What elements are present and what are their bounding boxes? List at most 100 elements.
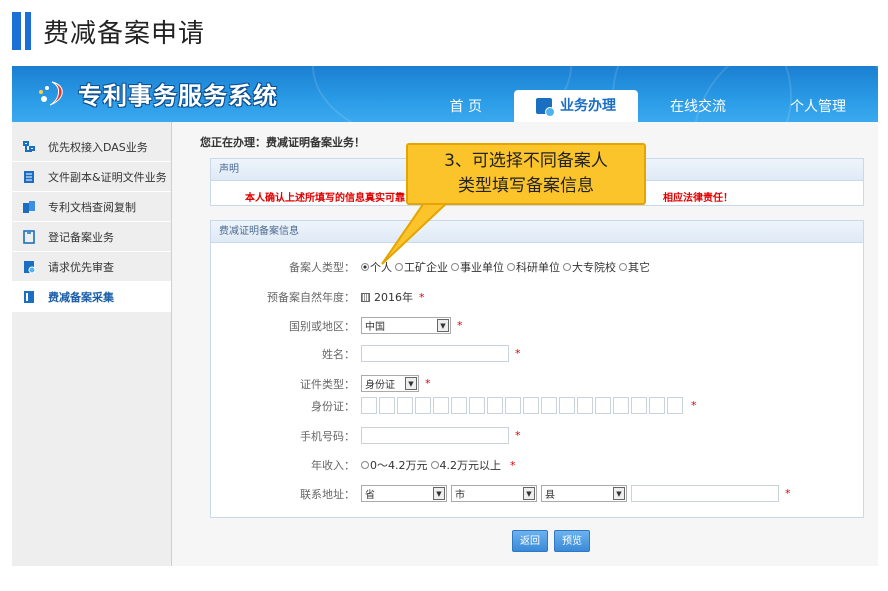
slide-title: 费减备案申请 [12, 10, 205, 52]
branch-icon [23, 140, 35, 152]
income-option-low[interactable]: 0～4.2万元 [361, 457, 428, 473]
declaration-text-end: 相应法律责任！ [663, 193, 733, 204]
callout-line-2: 类型填写备案信息 [458, 176, 594, 196]
id-digit-box[interactable] [505, 397, 521, 414]
id-digit-box[interactable] [433, 397, 449, 414]
name-row: 姓名： * [211, 345, 521, 362]
app-window: 专利事务服务系统 首 页 业务办理 在线交流 个人管理 优先权接入DAS业务 文… [12, 66, 878, 566]
required-mark: * [425, 377, 431, 390]
city-select[interactable]: 市 ▼ [451, 485, 537, 502]
region-select[interactable]: 中国 ▼ [361, 317, 451, 334]
callout-box: 3、可选择不同备案人 类型填写备案信息 [406, 143, 646, 205]
id-number-label: 身份证： [311, 399, 355, 413]
id-digit-box[interactable] [559, 397, 575, 414]
slide-title-text: 费减备案申请 [43, 18, 206, 49]
logo-text: 专利事务服务系统 [78, 82, 278, 110]
chevron-down-icon: ▼ [437, 319, 449, 332]
chevron-down-icon: ▼ [405, 377, 417, 390]
applicant-type-research[interactable]: 科研单位 [507, 259, 560, 275]
income-option-high[interactable]: 4.2万元以上 [430, 457, 501, 473]
top-nav: 首 页 业务办理 在线交流 个人管理 [418, 66, 878, 122]
applicant-type-label: 备案人类型： [289, 261, 355, 274]
required-mark: * [457, 319, 463, 332]
sidebar-item-file-copy[interactable]: 文件副本&证明文件业务 [12, 162, 171, 192]
income-row: 年收入： 0～4.2万元 4.2万元以上 * [211, 457, 516, 473]
required-mark: * [510, 458, 516, 472]
id-digit-box[interactable] [361, 397, 377, 414]
register-icon [23, 229, 35, 244]
applicant-type-other[interactable]: 其它 [619, 259, 650, 275]
logo[interactable]: 专利事务服务系统 [36, 76, 278, 111]
form-heading: 费减证明备案信息 [211, 221, 863, 243]
province-select[interactable]: 省 ▼ [361, 485, 447, 502]
sidebar-item-label: 请求优先审查 [48, 260, 114, 274]
nav-business-label: 业务办理 [560, 98, 616, 114]
nav-home[interactable]: 首 页 [418, 92, 514, 122]
address-detail-input[interactable] [631, 485, 779, 502]
required-mark: * [691, 399, 697, 412]
id-digit-box[interactable] [595, 397, 611, 414]
chevron-down-icon: ▼ [433, 487, 445, 500]
income-label: 年收入： [311, 459, 355, 472]
address-label: 联系地址： [300, 487, 355, 501]
sidebar-item-label: 文件副本&证明文件业务 [48, 170, 167, 184]
nav-personal[interactable]: 个人管理 [758, 92, 878, 122]
required-mark: * [515, 429, 521, 442]
id-digit-box[interactable] [649, 397, 665, 414]
id-number-input[interactable] [361, 397, 685, 414]
id-digit-box[interactable] [451, 397, 467, 414]
copy-icon [23, 200, 35, 213]
preview-button[interactable]: 预览 [554, 530, 590, 552]
sidebar-item-register[interactable]: 登记备案业务 [12, 222, 171, 252]
id-digit-box[interactable] [469, 397, 485, 414]
sidebar-item-label: 费减备案采集 [48, 290, 114, 304]
region-row: 国别或地区： 中国 ▼ * [211, 317, 463, 334]
id-type-select[interactable]: 身份证 ▼ [361, 375, 419, 392]
nav-online-chat[interactable]: 在线交流 [638, 92, 758, 122]
form-panel: 费减证明备案信息 备案人类型： 个人 工矿企业 事业单位 科研单位 大专院校 其… [210, 220, 864, 518]
back-button[interactable]: 返回 [512, 530, 548, 552]
required-mark: * [515, 347, 521, 360]
id-digit-box[interactable] [415, 397, 431, 414]
callout-pointer [381, 200, 452, 265]
id-digit-box[interactable] [379, 397, 395, 414]
phone-row: 手机号码： * [211, 427, 521, 444]
sidebar-item-priority-das[interactable]: 优先权接入DAS业务 [12, 132, 171, 162]
required-mark: * [785, 487, 791, 500]
id-type-label: 证件类型： [300, 377, 355, 391]
required-mark: * [419, 290, 425, 304]
id-digit-box[interactable] [541, 397, 557, 414]
app-banner: 专利事务服务系统 首 页 业务办理 在线交流 个人管理 [12, 66, 878, 122]
title-bars-icon [12, 12, 31, 50]
id-digit-box[interactable] [613, 397, 629, 414]
sidebar-item-fee-reduction[interactable]: 费减备案采集 [12, 282, 171, 312]
id-digit-box[interactable] [487, 397, 503, 414]
year-label: 预备案自然年度： [267, 291, 355, 304]
sidebar-item-label: 优先权接入DAS业务 [48, 140, 148, 154]
name-label: 姓名： [322, 347, 355, 361]
chevron-down-icon: ▼ [523, 487, 535, 500]
document-icon [24, 170, 34, 183]
id-digit-box[interactable] [631, 397, 647, 414]
sidebar-item-priority-review[interactable]: 请求优先审查 [12, 252, 171, 282]
nav-business[interactable]: 业务办理 [514, 90, 638, 122]
phone-input[interactable] [361, 427, 509, 444]
sidebar-item-label: 登记备案业务 [48, 230, 114, 244]
id-digit-box[interactable] [523, 397, 539, 414]
id-number-row: 身份证： * [211, 397, 697, 414]
name-input[interactable] [361, 345, 509, 362]
id-digit-box[interactable] [397, 397, 413, 414]
applicant-type-college[interactable]: 大专院校 [563, 259, 616, 275]
id-digit-box[interactable] [577, 397, 593, 414]
id-digit-box[interactable] [667, 397, 683, 414]
logo-icon [39, 81, 63, 105]
region-label: 国别或地区： [289, 319, 355, 333]
address-row: 联系地址： 省 ▼ 市 ▼ 县 ▼ * [211, 485, 791, 502]
callout-line-1: 3、可选择不同备案人 [444, 151, 608, 171]
clipboard-icon [24, 260, 36, 273]
breadcrumb: 您正在办理：费减证明备案业务！ [200, 136, 365, 149]
id-type-row: 证件类型： 身份证 ▼ * [211, 375, 431, 392]
county-select[interactable]: 县 ▼ [541, 485, 627, 502]
sidebar-item-doc-review[interactable]: 专利文档查阅复制 [12, 192, 171, 222]
year-checkbox[interactable] [361, 292, 370, 302]
